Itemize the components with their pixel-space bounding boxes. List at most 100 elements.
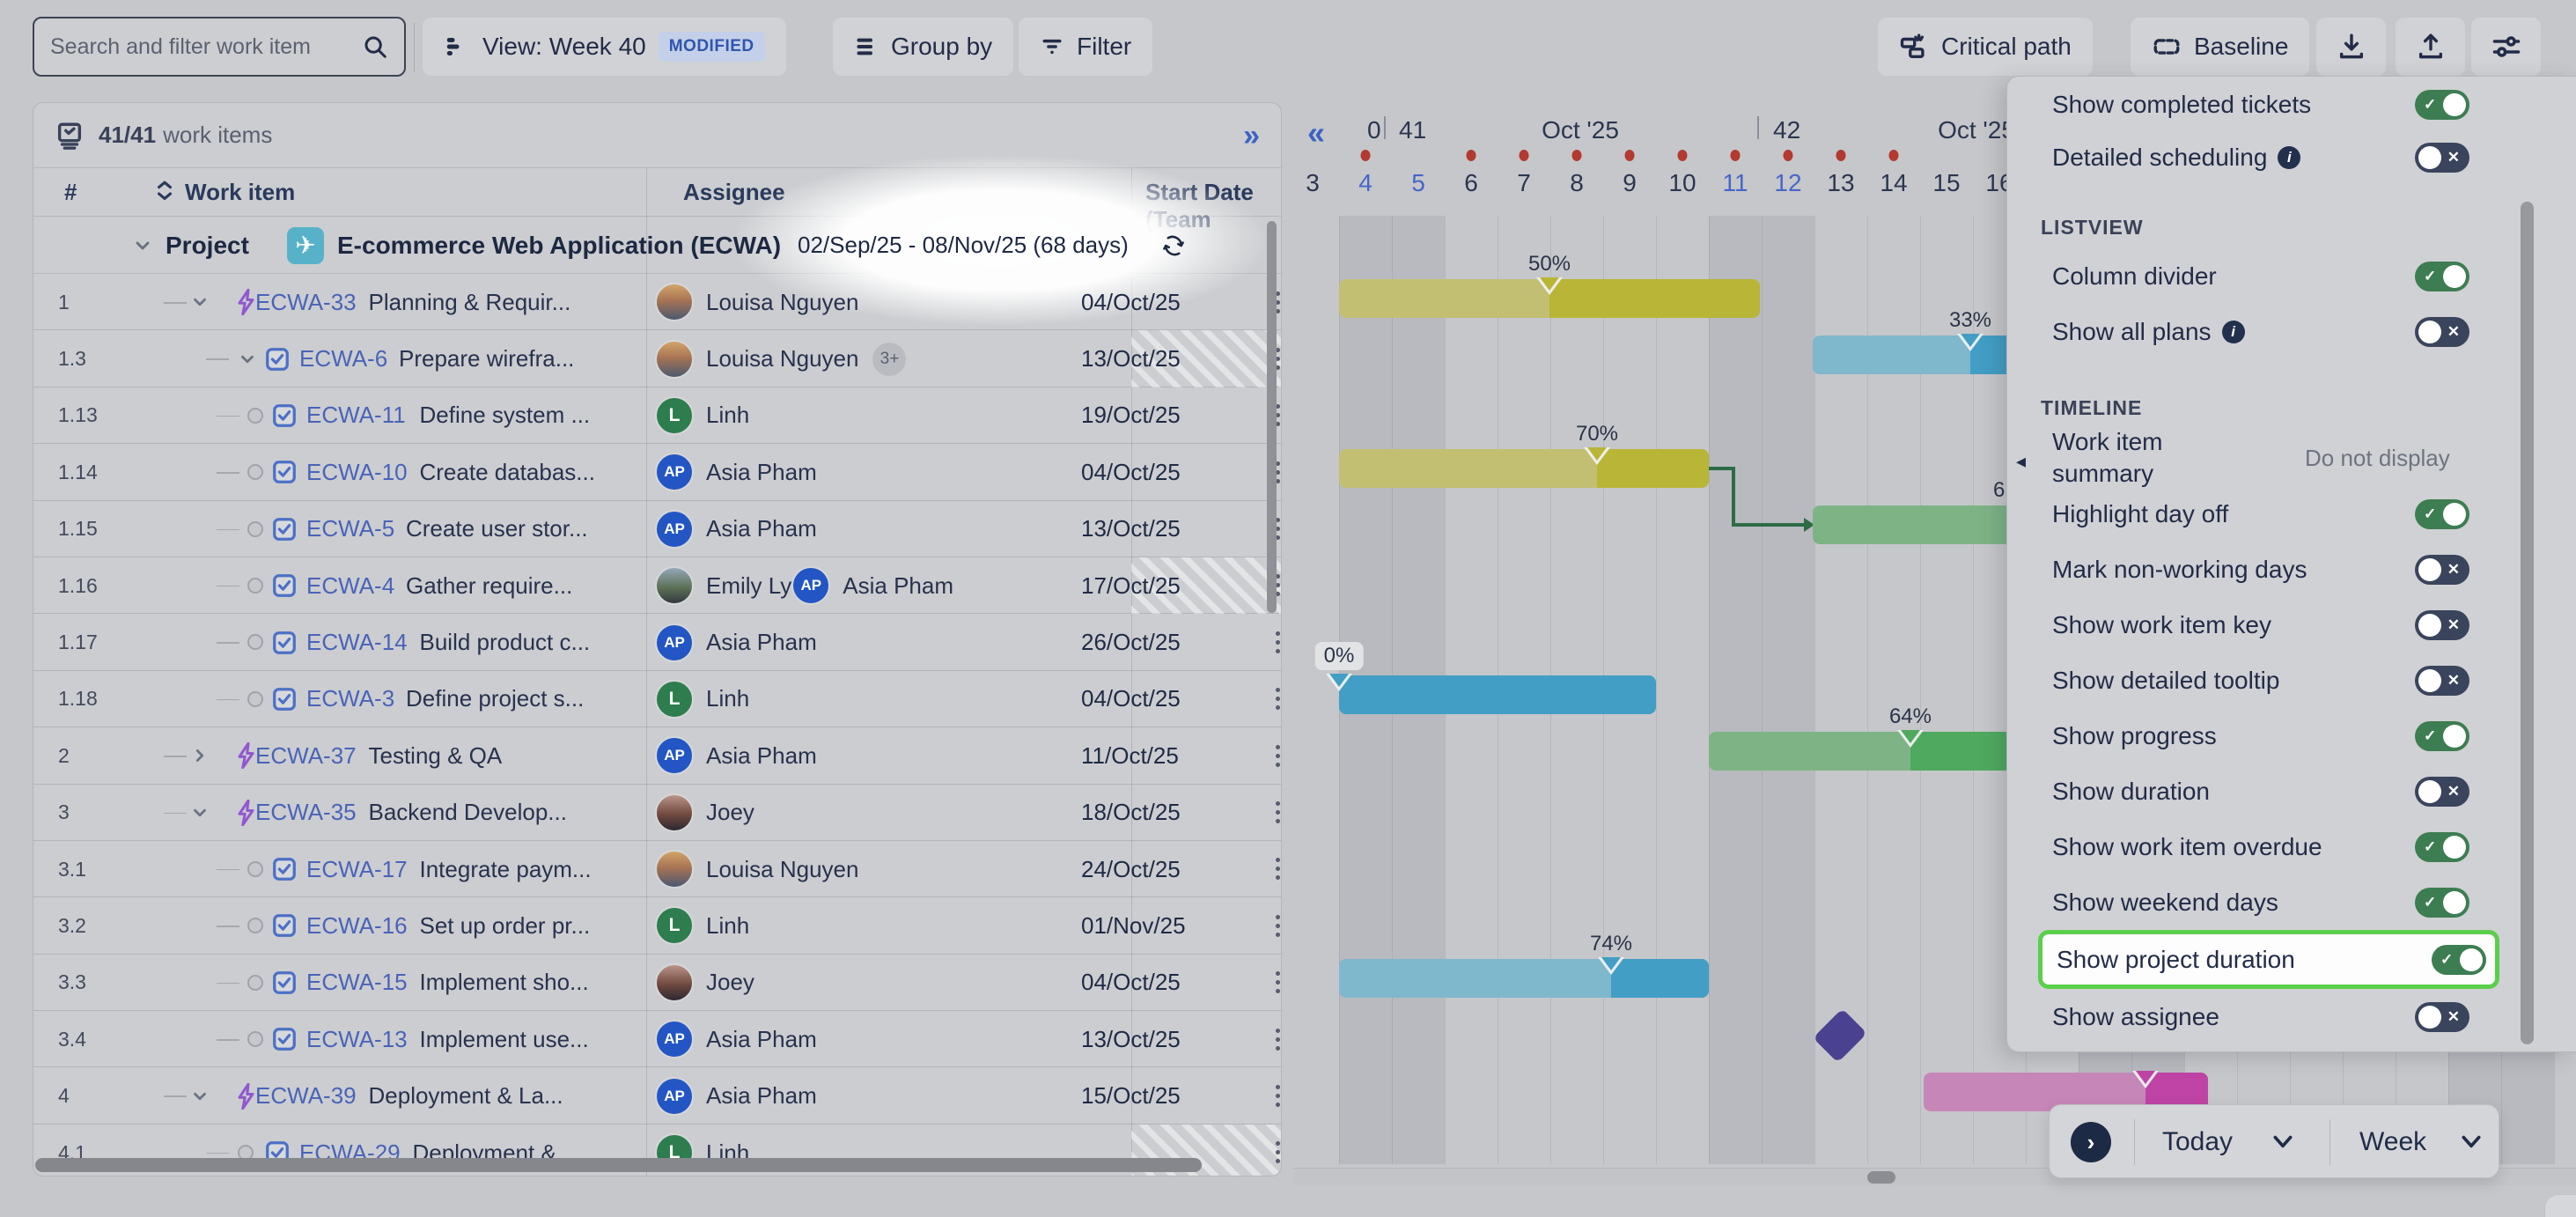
table-row[interactable]: 1.13ECWA-11Define system ...LLinh19/Oct/… (33, 387, 1281, 444)
corner-widget[interactable] (2544, 1194, 2576, 1217)
table-row[interactable]: 1.16ECWA-4Gather require...Emily LyAPAsi… (33, 557, 1281, 614)
toggle-off[interactable]: ✕ (2415, 610, 2469, 640)
work-item-key[interactable]: ECWA-15 (306, 955, 408, 1011)
chevron-down-icon[interactable] (2460, 1133, 2483, 1151)
info-icon[interactable]: i (2278, 146, 2300, 169)
work-item-key[interactable]: ECWA-6 (299, 330, 387, 387)
table-row[interactable]: 3.2ECWA-16Set up order pr...LLinh01/Nov/… (33, 897, 1281, 954)
work-item-key[interactable]: ECWA-13 (306, 1011, 408, 1067)
work-item-key[interactable]: ECWA-33 (255, 274, 357, 330)
settings-item-show-work-item-overdue[interactable]: Show work item overdue✓ (2007, 819, 2576, 874)
settings-item-show-assignee[interactable]: Show assignee✕ (2007, 989, 2576, 1044)
row-expand-chevron[interactable] (190, 785, 210, 841)
settings-item-show-work-item-key[interactable]: Show work item key✕ (2007, 597, 2576, 653)
info-icon[interactable]: i (2222, 321, 2245, 343)
work-item-title[interactable]: Gather require... (406, 557, 572, 614)
toggle-off[interactable]: ✕ (2415, 1002, 2469, 1032)
view-selector-button[interactable]: View: Week 40 MODIFIED (423, 18, 786, 76)
toggle-on[interactable]: ✓ (2415, 721, 2469, 751)
search-input[interactable] (50, 34, 362, 60)
toggle-off[interactable]: ✕ (2415, 777, 2469, 807)
toggle-off[interactable]: ✕ (2415, 666, 2469, 696)
column-work-item[interactable]: Work item (185, 179, 295, 206)
toggle-on[interactable]: ✓ (2432, 945, 2486, 975)
row-expand-chevron[interactable] (190, 274, 210, 330)
work-item-key[interactable]: ECWA-39 (255, 1067, 357, 1124)
toggle-on[interactable]: ✓ (2415, 262, 2469, 291)
expand-panel-button[interactable]: » (1243, 121, 1260, 151)
table-row[interactable]: 1.14ECWA-10Create databas...APAsia Pham0… (33, 444, 1281, 500)
work-item-title[interactable]: Build product c... (420, 614, 591, 670)
work-item-key[interactable]: ECWA-35 (255, 785, 357, 841)
settings-item-show-completed-tickets[interactable]: Show completed tickets✓ (2007, 80, 2576, 129)
work-item-key[interactable]: ECWA-16 (306, 897, 408, 954)
toggle-off[interactable]: ✕ (2415, 317, 2469, 347)
today-button[interactable]: Today (2162, 1105, 2233, 1179)
settings-item-show-all-plans[interactable]: Show all plansi✕ (2007, 304, 2576, 359)
gantt-bar-ecwa-3[interactable]: 0% (1339, 675, 1656, 714)
toggle-off[interactable]: ✕ (2415, 143, 2469, 173)
work-item-title[interactable]: Implement sho... (420, 955, 589, 1011)
work-item-title[interactable]: Implement use... (420, 1011, 589, 1067)
settings-item-column-divider[interactable]: Column divider✓ (2007, 248, 2576, 304)
row-menu-button[interactable] (1264, 1135, 1282, 1170)
table-row[interactable]: 3.3ECWA-15Implement sho...Joey04/Oct/25 (33, 955, 1281, 1011)
gantt-bar-ecwa-15[interactable]: 74% (1339, 959, 1709, 998)
chevron-down-icon[interactable] (2271, 1133, 2294, 1151)
row-expand-chevron[interactable] (238, 330, 257, 387)
table-row[interactable]: 1.17ECWA-14Build product c...APAsia Pham… (33, 614, 1281, 670)
table-row[interactable]: 1.18ECWA-3Define project s...LLinh04/Oct… (33, 671, 1281, 727)
toggle-on[interactable]: ✓ (2415, 888, 2469, 918)
table-row[interactable]: 3ECWA-35Backend Develop...Joey18/Oct/25 (33, 785, 1281, 841)
work-item-title[interactable]: Deployment & La... (369, 1067, 563, 1124)
settings-item-value[interactable]: Do not display (2305, 429, 2472, 486)
work-item-title[interactable]: Define system ... (420, 387, 591, 444)
work-item-key[interactable]: ECWA-17 (306, 841, 408, 897)
row-menu-button[interactable] (1264, 1022, 1282, 1057)
work-item-key[interactable]: ECWA-14 (306, 614, 408, 670)
settings-item-show-progress[interactable]: Show progress✓ (2007, 708, 2576, 763)
table-row[interactable]: 1.3ECWA-6Prepare wirefra...Louisa Nguyen… (33, 330, 1281, 387)
row-expand-chevron[interactable] (190, 1067, 210, 1124)
table-row[interactable]: 4ECWA-39Deployment & La...APAsia Pham15/… (33, 1067, 1281, 1124)
table-horizontal-scrollbar[interactable] (35, 1158, 1202, 1172)
collapse-arrow-icon[interactable]: ◂ (2016, 450, 2026, 473)
settings-item-show-weekend-days[interactable]: Show weekend days✓ (2007, 874, 2576, 930)
work-item-key[interactable]: ECWA-4 (306, 557, 394, 614)
row-menu-button[interactable] (1264, 965, 1282, 1000)
row-menu-button[interactable] (1264, 624, 1282, 660)
work-item-title[interactable]: Prepare wirefra... (399, 330, 574, 387)
group-by-button[interactable]: Group by (833, 18, 1013, 76)
work-item-key[interactable]: ECWA-11 (306, 387, 406, 444)
gantt-bar-ecwa-10[interactable]: 70% (1339, 449, 1709, 488)
project-row[interactable]: Project ✈ E-commerce Web Application (EC… (33, 217, 1281, 274)
work-item-title[interactable]: Set up order pr... (420, 897, 591, 954)
row-menu-button[interactable] (1264, 682, 1282, 717)
table-row[interactable]: 3.1ECWA-17Integrate paym...Louisa Nguyen… (33, 841, 1281, 897)
work-item-key[interactable]: ECWA-5 (306, 501, 394, 557)
toggle-on[interactable]: ✓ (2415, 832, 2469, 862)
settings-item-detailed-scheduling[interactable]: Detailed schedulingi✕ (2007, 129, 2576, 185)
search-work-item-box[interactable] (33, 17, 406, 77)
work-item-title[interactable]: Create user stor... (406, 501, 588, 557)
work-item-key[interactable]: ECWA-10 (306, 444, 408, 500)
more-assignees-badge[interactable]: 3+ (872, 343, 906, 376)
row-expand-chevron[interactable] (190, 727, 210, 784)
project-collapse-chevron[interactable] (132, 217, 153, 274)
toggle-on[interactable]: ✓ (2415, 499, 2469, 529)
table-row[interactable]: 1ECWA-33Planning & Requir...Louisa Nguye… (33, 274, 1281, 330)
sync-icon[interactable] (1160, 217, 1187, 274)
settings-item-show-duration[interactable]: Show duration✕ (2007, 763, 2576, 819)
filter-button[interactable]: Filter (1019, 18, 1152, 76)
row-menu-button[interactable] (1264, 738, 1282, 773)
settings-item-highlight-day-off[interactable]: Highlight day off✓ (2007, 486, 2576, 542)
settings-item-show-project-duration[interactable]: Show project duration✓ (2038, 930, 2499, 989)
column-num[interactable]: # (64, 179, 77, 206)
table-row[interactable]: 1.15ECWA-5Create user stor...APAsia Pham… (33, 501, 1281, 557)
table-row[interactable]: 3.4ECWA-13Implement use...APAsia Pham13/… (33, 1011, 1281, 1067)
row-menu-button[interactable] (1264, 908, 1282, 943)
toggle-on[interactable]: ✓ (2415, 90, 2469, 120)
zoom-level-button[interactable]: Week (2359, 1105, 2426, 1179)
work-item-title[interactable]: Backend Develop... (369, 785, 567, 841)
timeline-scrollbar-thumb[interactable] (1867, 1171, 1895, 1184)
